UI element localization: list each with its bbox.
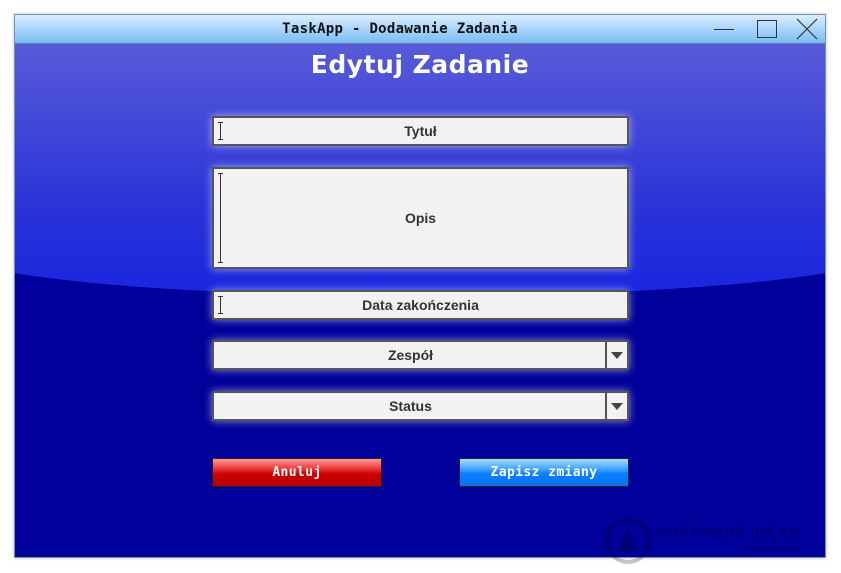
title-bar[interactable]: TaskApp - Dodawanie Zadania (15, 15, 825, 44)
description-textarea[interactable]: Opis (212, 167, 629, 269)
page-title: Edytuj Zadanie (310, 50, 530, 79)
watermark-logo-icon (605, 518, 651, 564)
watermark: SOFTWARE IDEAS MODELER (605, 504, 841, 564)
minimize-icon[interactable] (712, 18, 736, 40)
status-select[interactable]: Status (212, 391, 629, 421)
team-select-value: Zespół (387, 347, 434, 363)
team-select[interactable]: Zespół (212, 340, 629, 370)
chevron-down-icon[interactable] (605, 393, 627, 419)
status-select-value: Status (389, 398, 432, 414)
title-input[interactable]: Tytuł (212, 116, 629, 146)
description-placeholder: Opis (404, 210, 437, 226)
app-window: TaskApp - Dodawanie Zadania Edytuj Zadan… (14, 14, 826, 558)
chevron-down-icon[interactable] (605, 342, 627, 368)
maximize-icon[interactable] (754, 18, 778, 40)
form-area: Edytuj Zadanie Tytuł Opis Data zakończen… (15, 44, 825, 557)
due-date-input[interactable]: Data zakończenia (212, 290, 629, 320)
cancel-button[interactable]: Anuluj (212, 458, 382, 487)
due-date-placeholder: Data zakończenia (362, 297, 479, 313)
save-changes-button[interactable]: Zapisz zmiany (459, 458, 629, 487)
watermark-text: SOFTWARE IDEAS (657, 524, 800, 541)
watermark-subtext: MODELER (745, 541, 804, 551)
title-placeholder: Tytuł (404, 123, 437, 139)
close-icon[interactable] (795, 18, 819, 40)
window-title: TaskApp - Dodawanie Zadania (282, 21, 518, 37)
